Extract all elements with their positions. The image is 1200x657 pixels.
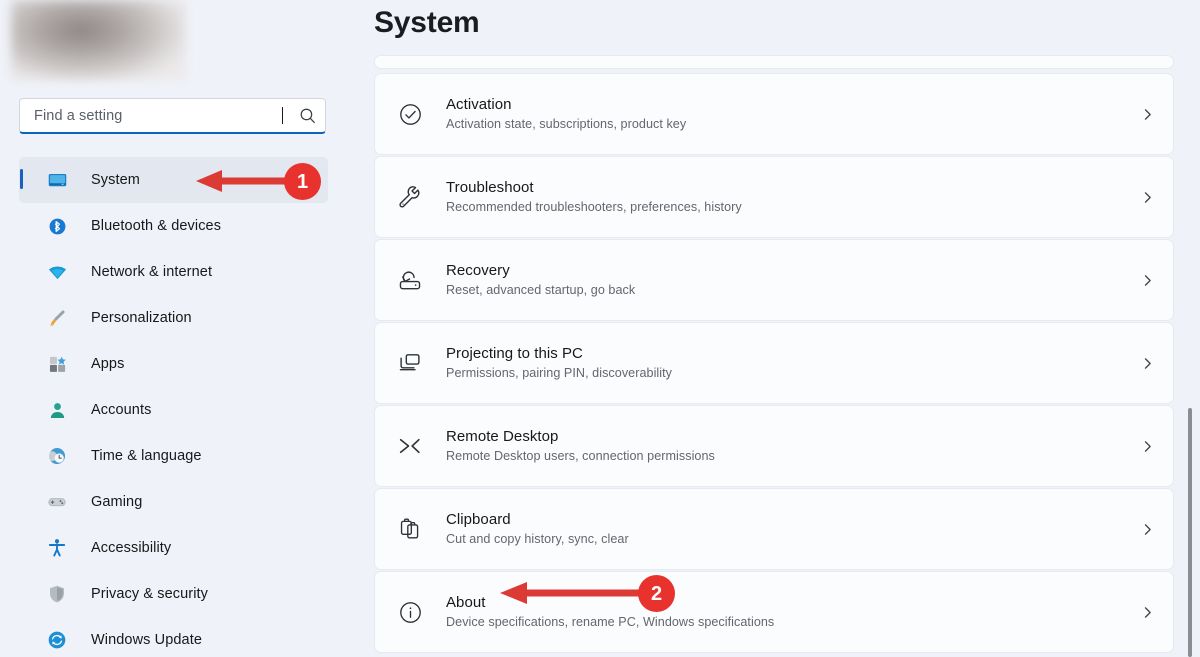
settings-list: Activation Activation state, subscriptio… xyxy=(374,55,1174,654)
sidebar-item-label: Privacy & security xyxy=(91,586,208,602)
settings-row-subtitle: Recommended troubleshooters, preferences… xyxy=(446,198,1137,217)
settings-row-title: Remote Desktop xyxy=(446,427,1137,447)
recovery-icon xyxy=(393,263,427,297)
sidebar-item-windows-update[interactable]: Windows Update xyxy=(19,617,328,657)
sidebar-item-label: Accounts xyxy=(91,402,151,418)
sidebar-item-label: Network & internet xyxy=(91,264,212,280)
chevron-right-icon[interactable] xyxy=(1137,436,1157,456)
clipboard-icon xyxy=(393,512,427,546)
monitor-icon xyxy=(46,169,68,191)
page-title: System xyxy=(374,6,480,40)
settings-row-subtitle: Remote Desktop users, connection permiss… xyxy=(446,447,1137,466)
settings-row-title: Recovery xyxy=(446,261,1137,281)
main-content: System Activation Activation state, subs… xyxy=(348,0,1200,657)
sidebar-item-label: System xyxy=(91,172,140,188)
sidebar: Find a setting xyxy=(0,0,348,657)
accessibility-icon xyxy=(46,537,68,559)
sidebar-item-accessibility[interactable]: Accessibility xyxy=(19,525,328,571)
settings-row-title: Troubleshoot xyxy=(446,178,1137,198)
settings-row-subtitle: Cut and copy history, sync, clear xyxy=(446,530,1137,549)
chevron-right-icon[interactable] xyxy=(1137,602,1157,622)
chevron-right-icon[interactable] xyxy=(1137,353,1157,373)
paintbrush-icon xyxy=(46,307,68,329)
info-circle-icon xyxy=(393,595,427,629)
search-icon[interactable] xyxy=(297,105,319,127)
sidebar-item-label: Time & language xyxy=(91,448,202,464)
sidebar-item-label: Bluetooth & devices xyxy=(91,218,221,234)
project-screen-icon xyxy=(393,346,427,380)
chevron-right-icon[interactable] xyxy=(1137,519,1157,539)
sidebar-item-gaming[interactable]: Gaming xyxy=(19,479,328,525)
clock-globe-icon xyxy=(46,445,68,467)
chevron-right-icon[interactable] xyxy=(1137,104,1157,124)
remote-desktop-icon xyxy=(393,429,427,463)
sidebar-nav: System Bluetooth & devices xyxy=(0,157,348,657)
check-circle-icon xyxy=(393,97,427,131)
sidebar-item-label: Apps xyxy=(91,356,124,372)
settings-row-remote-desktop[interactable]: Remote Desktop Remote Desktop users, con… xyxy=(374,405,1174,487)
bluetooth-icon xyxy=(46,215,68,237)
settings-row-title: Clipboard xyxy=(446,510,1137,530)
settings-row-subtitle: Permissions, pairing PIN, discoverabilit… xyxy=(446,364,1137,383)
sidebar-item-privacy-security[interactable]: Privacy & security xyxy=(19,571,328,617)
settings-row-projecting-to-this-pc[interactable]: Projecting to this PC Permissions, pairi… xyxy=(374,322,1174,404)
scrollbar-thumb[interactable] xyxy=(1188,408,1192,657)
sidebar-item-apps[interactable]: Apps xyxy=(19,341,328,387)
sidebar-item-label: Personalization xyxy=(91,310,192,326)
sidebar-item-personalization[interactable]: Personalization xyxy=(19,295,328,341)
chevron-right-icon[interactable] xyxy=(1137,187,1157,207)
account-avatar[interactable] xyxy=(11,0,186,80)
settings-row-about[interactable]: About Device specifications, rename PC, … xyxy=(374,571,1174,653)
search-input-box[interactable]: Find a setting xyxy=(19,98,326,134)
settings-row-recovery[interactable]: Recovery Reset, advanced startup, go bac… xyxy=(374,239,1174,321)
settings-row-partial-above[interactable] xyxy=(374,55,1174,69)
search-field[interactable]: Find a setting xyxy=(19,98,326,134)
shield-icon xyxy=(46,583,68,605)
settings-row-title: Projecting to this PC xyxy=(446,344,1137,364)
sidebar-item-time-language[interactable]: Time & language xyxy=(19,433,328,479)
sidebar-item-bluetooth-devices[interactable]: Bluetooth & devices xyxy=(19,203,328,249)
settings-row-subtitle: Reset, advanced startup, go back xyxy=(446,281,1137,300)
sidebar-item-accounts[interactable]: Accounts xyxy=(19,387,328,433)
sidebar-item-label: Accessibility xyxy=(91,540,171,556)
settings-row-activation[interactable]: Activation Activation state, subscriptio… xyxy=(374,73,1174,155)
settings-row-subtitle: Activation state, subscriptions, product… xyxy=(446,115,1137,134)
person-icon xyxy=(46,399,68,421)
chevron-right-icon[interactable] xyxy=(1137,270,1157,290)
settings-row-clipboard[interactable]: Clipboard Cut and copy history, sync, cl… xyxy=(374,488,1174,570)
apps-grid-icon xyxy=(46,353,68,375)
gamepad-icon xyxy=(46,491,68,513)
text-caret xyxy=(282,107,283,124)
settings-row-subtitle: Device specifications, rename PC, Window… xyxy=(446,613,1137,632)
wrench-icon xyxy=(393,180,427,214)
sidebar-item-label: Gaming xyxy=(91,494,142,510)
settings-row-title: Activation xyxy=(446,95,1137,115)
sidebar-item-system[interactable]: System xyxy=(19,157,328,203)
update-refresh-icon xyxy=(46,629,68,651)
sidebar-item-label: Windows Update xyxy=(91,632,202,648)
sidebar-item-network-internet[interactable]: Network & internet xyxy=(19,249,328,295)
settings-window: Find a setting xyxy=(0,0,1200,657)
settings-row-troubleshoot[interactable]: Troubleshoot Recommended troubleshooters… xyxy=(374,156,1174,238)
settings-row-title: About xyxy=(446,593,1137,613)
vertical-scrollbar[interactable] xyxy=(1185,0,1195,657)
search-input[interactable]: Find a setting xyxy=(34,108,282,124)
wifi-icon xyxy=(46,261,68,283)
